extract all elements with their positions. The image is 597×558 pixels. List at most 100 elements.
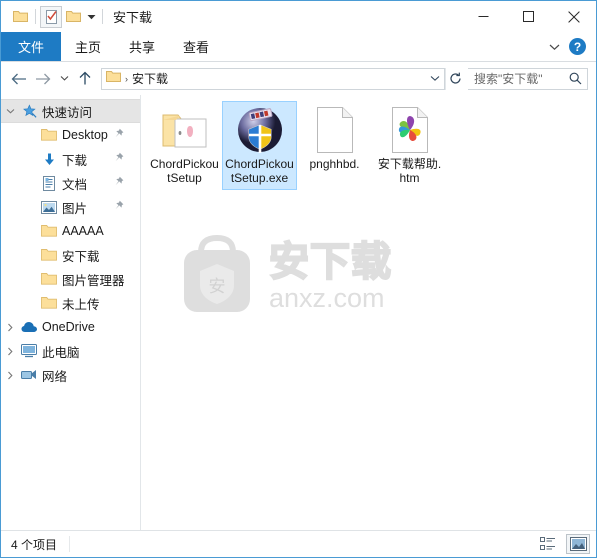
pin-icon[interactable] (113, 152, 124, 167)
large-icons-view-icon[interactable] (566, 534, 590, 554)
anxz-logo-icon: 安 (184, 234, 250, 312)
sidebar-item-label: 此电脑 (42, 345, 80, 360)
tab-home[interactable]: 主页 (61, 32, 115, 61)
sidebar-item-label: 图片管理器 (62, 273, 125, 288)
network-icon (19, 368, 39, 382)
sidebar-item-label: 未上传 (62, 297, 100, 312)
watermark-text: 安下载 anxz.com (268, 239, 392, 313)
folder-icon (39, 248, 59, 262)
chevron-down-icon[interactable] (545, 38, 563, 56)
breadcrumb-label: 安下载 (132, 72, 169, 86)
chevron-down-icon[interactable] (426, 69, 444, 89)
sidebar-item-8[interactable]: 未上传 (1, 291, 140, 315)
installer-exe-icon (236, 106, 284, 154)
sidebar-item-9[interactable]: OneDrive (1, 315, 140, 339)
folder-icon (39, 224, 59, 238)
up-button[interactable] (73, 67, 97, 91)
pin-icon[interactable] (113, 128, 124, 143)
minimize-button[interactable] (461, 1, 506, 32)
window-controls (461, 1, 596, 32)
sidebar-item-7[interactable]: 图片管理器 (1, 267, 140, 291)
blank-document-icon (311, 106, 359, 154)
help-button[interactable]: ? (569, 38, 586, 55)
title-bar: 安下载 (1, 1, 596, 32)
folder-icon[interactable] (9, 6, 31, 28)
file-item[interactable]: pnghhbd. (297, 101, 372, 190)
cloud-icon (19, 321, 39, 333)
ribbon-tab-bar: 文件 主页 共享 查看 ? (1, 32, 596, 62)
maximize-button[interactable] (506, 1, 551, 32)
file-item-label: ChordPickoutSetup.exe (225, 157, 294, 185)
chevron-down-icon[interactable] (1, 108, 19, 115)
sidebar-item-4[interactable]: 图片 (1, 195, 140, 219)
chevron-down-icon[interactable] (84, 7, 98, 27)
quick-access-toolbar (9, 5, 107, 28)
back-button[interactable] (7, 67, 31, 91)
properties-icon[interactable] (40, 5, 62, 28)
file-grid: ChordPickoutSetup ChordPickoutSetup.exe pn… (147, 101, 447, 190)
computer-icon (19, 344, 39, 358)
recent-locations-button[interactable] (55, 67, 73, 91)
download-icon (39, 152, 59, 167)
tab-share[interactable]: 共享 (115, 32, 169, 61)
tab-file[interactable]: 文件 (1, 32, 62, 61)
view-mode-buttons (536, 534, 590, 554)
explorer-body: 快速访问 Desktop 下载文档图片 AAAAA 安下载图片管理器未上传 OneDriv… (1, 95, 596, 530)
folder-icon (39, 296, 59, 310)
file-item[interactable]: ChordPickoutSetup.exe (222, 101, 297, 190)
sidebar-item-3[interactable]: 文档 (1, 171, 140, 195)
site-watermark: 安 安下载 anxz.com (171, 230, 392, 322)
search-input[interactable]: 搜索"安下载" (474, 70, 567, 87)
search-box[interactable]: 搜索"安下载" (468, 67, 588, 90)
forward-button[interactable] (31, 67, 55, 91)
chevron-right-icon[interactable] (1, 371, 19, 380)
sidebar-item-11[interactable]: 网络 (1, 363, 140, 387)
sidebar-item-0[interactable]: 快速访问 (1, 99, 140, 123)
html-pinwheel-icon (386, 106, 434, 154)
window-title: 安下载 (113, 10, 153, 25)
status-divider (69, 536, 71, 552)
sidebar-item-label: 快速访问 (42, 105, 93, 120)
pin-icon[interactable] (113, 176, 124, 191)
details-view-icon[interactable] (536, 534, 560, 554)
pin-icon[interactable] (113, 200, 124, 215)
sidebar-item-label: AAAAA (62, 224, 104, 238)
close-button[interactable] (551, 1, 596, 32)
breadcrumb[interactable]: › 安下载 (102, 69, 170, 89)
sidebar-item-label: Desktop (62, 128, 108, 142)
folder-icon (106, 70, 121, 88)
documents-icon (39, 175, 59, 191)
sidebar-item-6[interactable]: 安下载 (1, 243, 140, 267)
address-bar[interactable]: › 安下载 (101, 67, 445, 90)
search-icon[interactable] (567, 72, 583, 85)
sidebar-item-1[interactable]: Desktop (1, 123, 140, 147)
title-divider (102, 9, 103, 24)
file-item[interactable]: ChordPickoutSetup (147, 101, 222, 190)
watermark-cn: 安下载 (268, 239, 392, 285)
file-item-label: 安下载帮助.htm (377, 157, 442, 185)
sidebar-item-label: 图片 (62, 201, 88, 216)
sidebar-item-2[interactable]: 下载 (1, 147, 140, 171)
file-item-label: pnghhbd. (309, 157, 360, 171)
sidebar-item-label: 下载 (62, 153, 88, 168)
watermark-en: anxz.com (269, 283, 385, 313)
file-explorer-window: 安下载 文件 主页 共享 查看 ? › 安下载 搜索"安下载" 快速访问 Des… (0, 0, 597, 558)
chevron-right-icon[interactable] (1, 347, 19, 356)
file-item-label: ChordPickoutSetup (150, 157, 219, 185)
watermark-logo-char: 安 (209, 277, 226, 297)
sidebar-item-label: 文档 (62, 177, 88, 192)
open-folder-icon (161, 106, 209, 154)
sidebar-item-5[interactable]: AAAAA (1, 219, 140, 243)
refresh-button[interactable] (445, 67, 465, 90)
status-bar: 4 个项目 (1, 530, 596, 557)
file-item[interactable]: 安下载帮助.htm (372, 101, 447, 190)
file-list-pane[interactable]: ChordPickoutSetup ChordPickoutSetup.exe pn… (140, 95, 596, 530)
tab-view[interactable]: 查看 (169, 32, 223, 61)
navigation-pane: 快速访问 Desktop 下载文档图片 AAAAA 安下载图片管理器未上传 OneDriv… (1, 95, 140, 530)
new-folder-icon[interactable] (62, 6, 84, 28)
item-count-label: 4 个项目 (11, 537, 58, 552)
sidebar-item-label: OneDrive (42, 320, 95, 334)
navigation-bar: › 安下载 搜索"安下载" (1, 62, 596, 95)
chevron-right-icon[interactable] (1, 323, 19, 332)
sidebar-item-10[interactable]: 此电脑 (1, 339, 140, 363)
